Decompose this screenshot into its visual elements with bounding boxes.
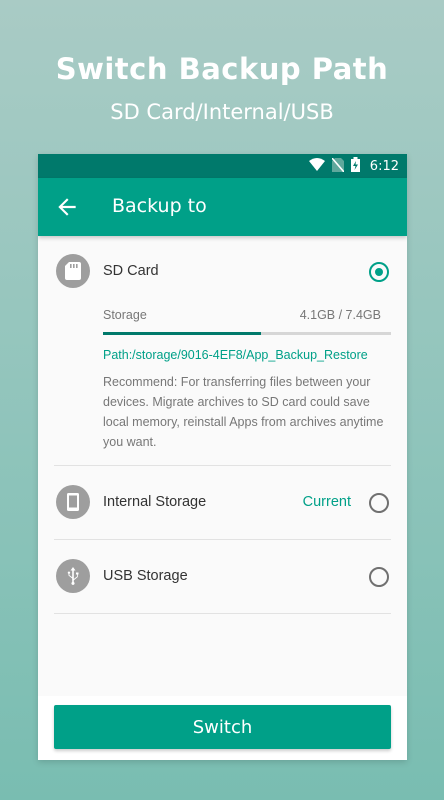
storage-value: 4.1GB / 7.4GB: [299, 308, 381, 322]
page-title: Backup to: [112, 195, 207, 217]
internal-storage-label: Internal Storage: [103, 494, 207, 510]
usb-storage-label: USB Storage: [103, 568, 188, 584]
app-bar: Backup to: [38, 178, 407, 236]
promo-subtitle: SD Card/Internal/USB: [110, 100, 334, 124]
backup-path: Path:/storage/9016-4EF8/App_Backup_Resto…: [103, 348, 368, 362]
storage-progress-bar: [103, 332, 391, 335]
storage-label: Storage: [103, 308, 147, 322]
sd-card-radio[interactable]: [369, 262, 389, 282]
arrow-back-icon[interactable]: [54, 194, 80, 220]
option-sd-card[interactable]: SD Card Storage 4.1GB / 7.4GB Path:/stor…: [54, 236, 391, 466]
status-time: 6:12: [369, 158, 399, 174]
switch-button[interactable]: Switch: [54, 705, 391, 749]
phone-icon: [56, 485, 90, 519]
usb-icon: [56, 559, 90, 593]
sd-card-label: SD Card: [103, 263, 159, 279]
phone-screen: 6:12 Backup to SD Card Storage 4.1GB / 7…: [38, 154, 407, 760]
recommend-text: Recommend: For transferring files betwee…: [103, 375, 384, 449]
battery-charging-icon: [350, 157, 360, 175]
current-badge: Current: [302, 494, 351, 510]
option-usb-storage[interactable]: USB Storage: [54, 540, 391, 614]
wifi-icon: [308, 158, 325, 174]
storage-progress-fill: [103, 332, 262, 335]
storage-options: SD Card Storage 4.1GB / 7.4GB Path:/stor…: [38, 236, 407, 760]
option-internal-storage[interactable]: Internal Storage Current: [54, 466, 391, 540]
sd-card-icon: [56, 254, 90, 288]
status-bar: 6:12: [38, 154, 407, 178]
promo-title: Switch Backup Path: [55, 52, 389, 86]
internal-storage-radio[interactable]: [369, 493, 389, 513]
usb-storage-radio[interactable]: [369, 567, 389, 587]
no-sim-icon: [331, 156, 345, 175]
